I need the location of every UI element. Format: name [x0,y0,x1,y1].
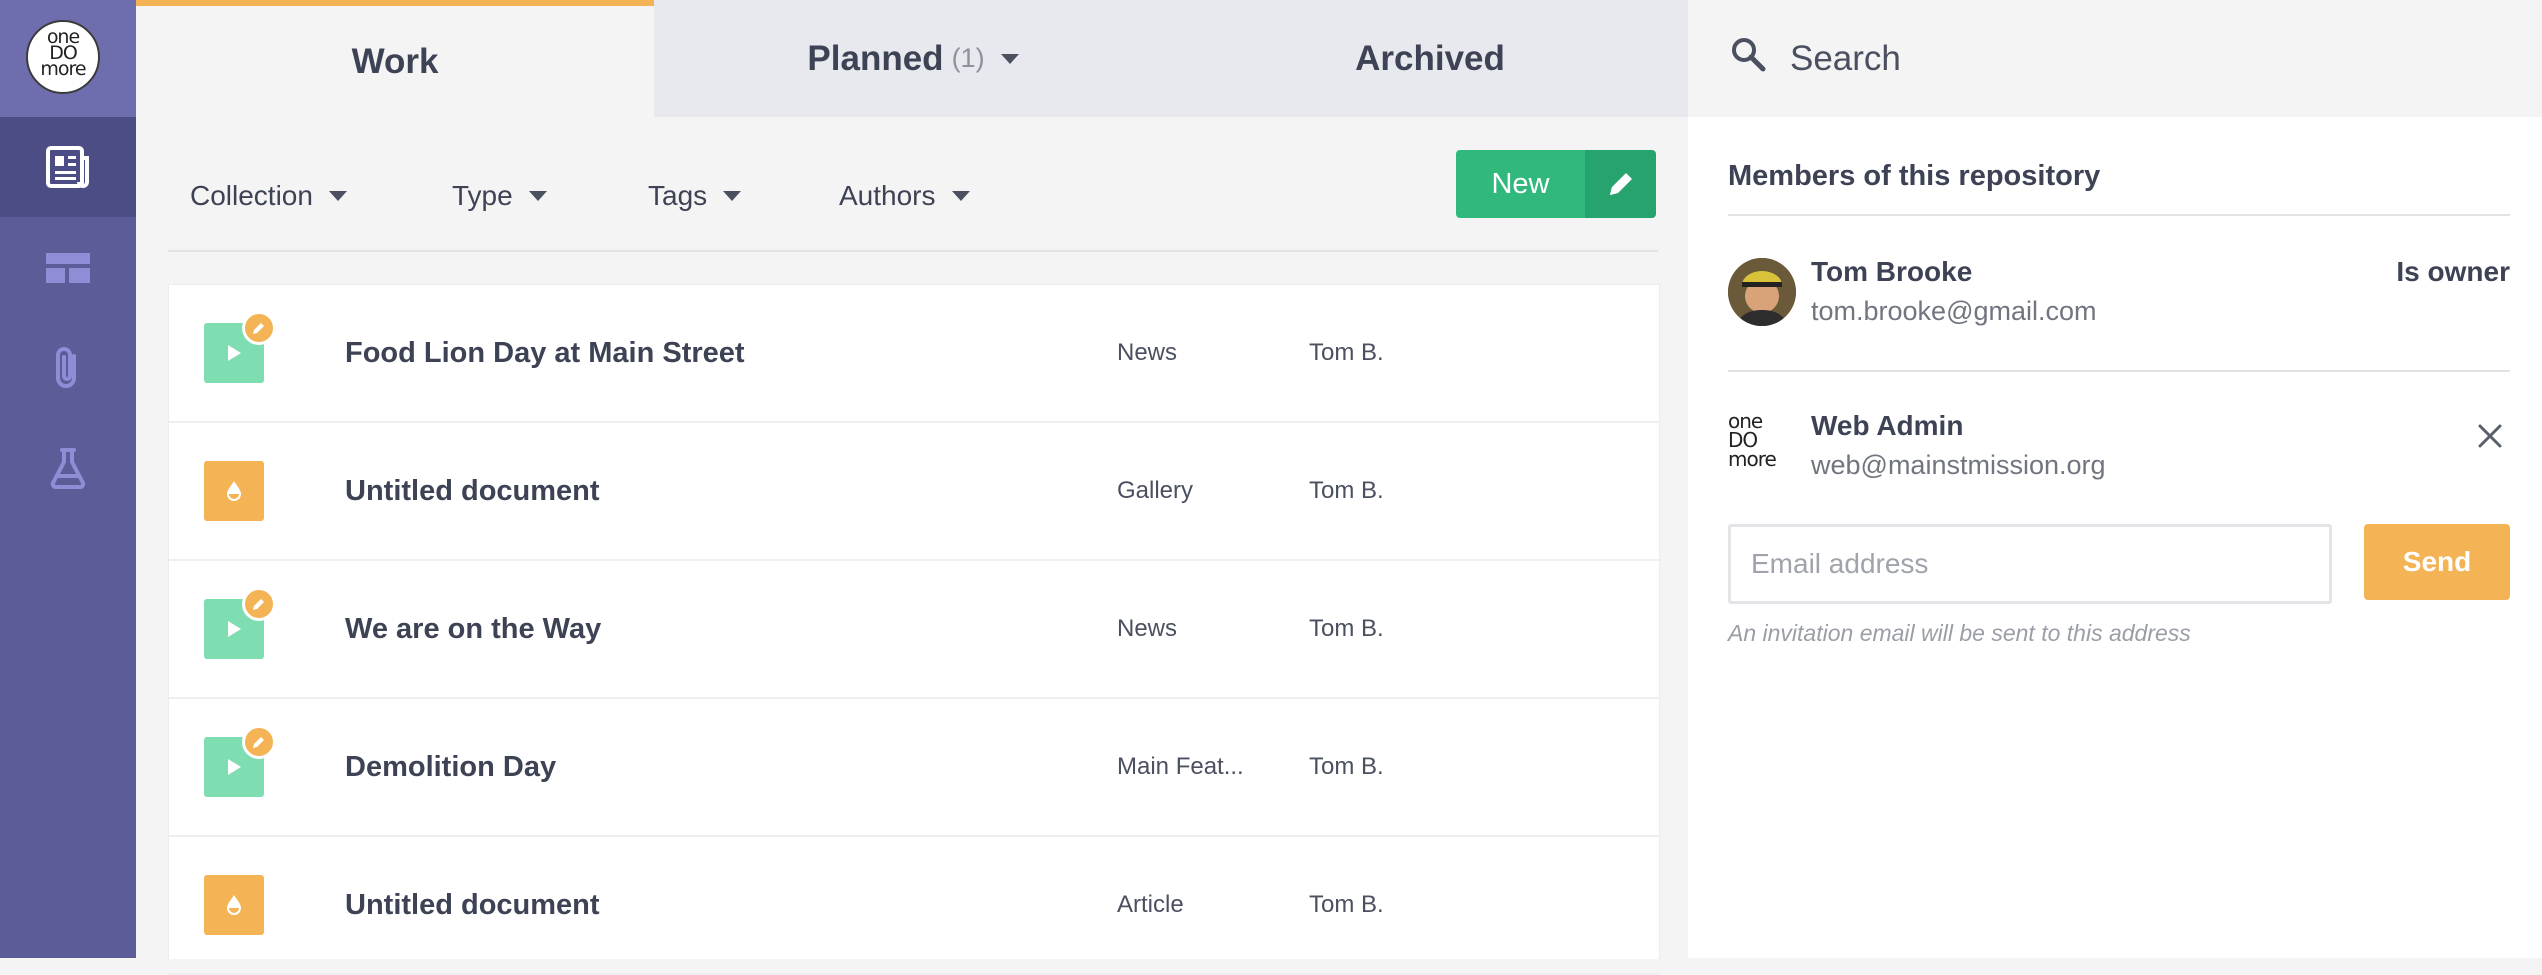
table-row[interactable]: Demolition Day Main Feat... Tom B. [169,699,1659,837]
new-edit-button[interactable] [1585,150,1656,218]
tags-filter-label: Tags [648,180,708,211]
tab-work[interactable]: Work [136,0,654,117]
invite-hint: An invitation email will be sent to this… [1728,620,2191,646]
avatar [1728,258,1796,326]
document-author: Tom B. [1309,891,1384,918]
table-row[interactable]: Untitled document Article Tom B. [169,837,1659,975]
document-thumbnail [204,875,264,935]
authors-filter-label: Authors [839,180,936,211]
avatar: one DO more [1728,410,1796,478]
planned-count: (1) [951,43,985,73]
draft-badge [242,311,276,345]
member-name: Tom Brooke [1811,256,1973,287]
document-title: Untitled document [345,474,600,507]
member-email: web@mainstmission.org [1811,450,2106,480]
document-type: News [1117,339,1178,366]
rail-item-labs[interactable] [0,418,136,518]
document-title: Food Lion Day at Main Street [345,336,745,369]
document-author: Tom B. [1309,339,1384,366]
document-title: We are on the Way [345,612,602,645]
chevron-down-icon [723,191,742,201]
document-type: News [1117,615,1178,642]
search-icon [1732,38,1766,72]
flask-icon [50,448,86,489]
tab-work-label: Work [351,41,439,81]
new-button[interactable]: New [1456,150,1585,218]
authors-filter[interactable]: Authors [839,164,970,228]
draft-badge [242,725,276,759]
member-name: Web Admin [1811,410,1964,441]
divider [1728,214,2510,216]
user-photo [1728,258,1796,326]
type-filter-label: Type [452,180,513,211]
member-email: tom.brooke@gmail.com [1811,296,2097,326]
chevron-down-icon [951,191,970,201]
document-title: Demolition Day [345,750,557,783]
document-thumbnail [204,461,264,521]
left-rail: one DO more [0,0,136,958]
one-do-more-logo: one DO more [26,20,100,94]
drop-icon [227,895,241,915]
play-icon [228,345,241,361]
pencil-icon [253,323,264,334]
document-type: Main Feat... [1117,753,1244,780]
tab-archived-label: Archived [1355,38,1505,78]
type-filter[interactable]: Type [452,164,547,228]
chevron-down-icon [328,191,347,201]
document-title: Untitled document [345,888,600,921]
pencil-icon [253,737,264,748]
document-author: Tom B. [1309,477,1384,504]
pencil-icon [1609,173,1632,195]
document-author: Tom B. [1309,753,1384,780]
paperclip-icon [56,347,76,388]
search-bar [1688,0,2542,117]
tab-planned[interactable]: Planned (1) [654,0,1172,117]
document-list: Food Lion Day at Main Street News Tom B.… [168,284,1660,975]
draft-badge [242,587,276,621]
play-icon [228,759,241,775]
logo-area[interactable]: one DO more [0,0,136,117]
rail-item-articles[interactable] [0,117,136,217]
document-type: Gallery [1117,477,1194,504]
close-icon [2478,424,2502,448]
one-do-more-logo: one DO more [1728,410,1777,471]
rail-item-attachments[interactable] [0,318,136,418]
pencil-icon [253,599,264,610]
layout-icon [46,253,90,283]
tab-archived[interactable]: Archived [1172,0,1688,117]
send-invite-button[interactable]: Send [2364,524,2510,600]
chevron-down-icon[interactable] [1000,53,1019,64]
invite-email-field[interactable] [1728,524,2332,604]
document-tabs: Work Planned (1) Archived [136,0,1688,117]
collection-filter-label: Collection [190,180,313,211]
play-icon [228,621,241,637]
drop-icon [227,481,241,501]
filter-bar: Collection Type Tags Authors New [168,150,1658,252]
remove-member-button[interactable] [2472,418,2508,454]
table-row[interactable]: Food Lion Day at Main Street News Tom B. [169,285,1659,423]
table-row[interactable]: We are on the Way News Tom B. [169,561,1659,699]
search-input[interactable] [1788,28,2492,90]
collection-filter[interactable]: Collection [190,164,347,228]
rail-item-layouts[interactable] [0,218,136,318]
chevron-down-icon [528,191,547,201]
new-document-button: New [1456,150,1656,218]
tab-planned-label: Planned [807,38,944,78]
owner-label: Is owner [2396,256,2510,287]
document-type: Article [1117,891,1184,918]
divider [1728,370,2510,372]
table-row[interactable]: Untitled document Gallery Tom B. [169,423,1659,561]
right-panel: Members of this repository Tom Brooke to… [1688,0,2542,958]
tags-filter[interactable]: Tags [648,164,742,228]
members-title: Members of this repository [1728,160,2101,192]
document-author: Tom B. [1309,615,1384,642]
newspaper-icon [46,146,89,188]
